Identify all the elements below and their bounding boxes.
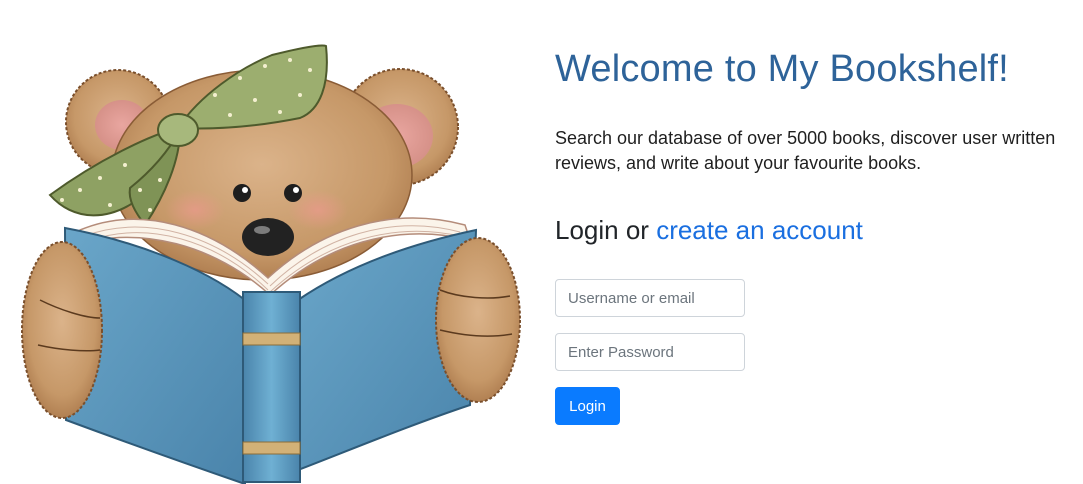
login-button[interactable]: Login (555, 387, 620, 425)
login-heading: Login or create an account (555, 215, 863, 246)
teddy-bear-reading-illustration (21, 44, 521, 484)
left-paw (21, 241, 103, 419)
bear-nose (242, 218, 294, 256)
create-account-link[interactable]: create an account (656, 215, 863, 245)
right-paw (435, 237, 521, 403)
intro-text: Search our database of over 5000 books, … (555, 128, 1056, 173)
username-input[interactable] (555, 279, 745, 317)
left-eye (233, 184, 251, 202)
page-title: Welcome to My Bookshelf! (555, 48, 1009, 90)
password-input[interactable] (555, 333, 745, 371)
login-heading-prefix: Login or (555, 215, 657, 245)
right-eye (284, 184, 302, 202)
